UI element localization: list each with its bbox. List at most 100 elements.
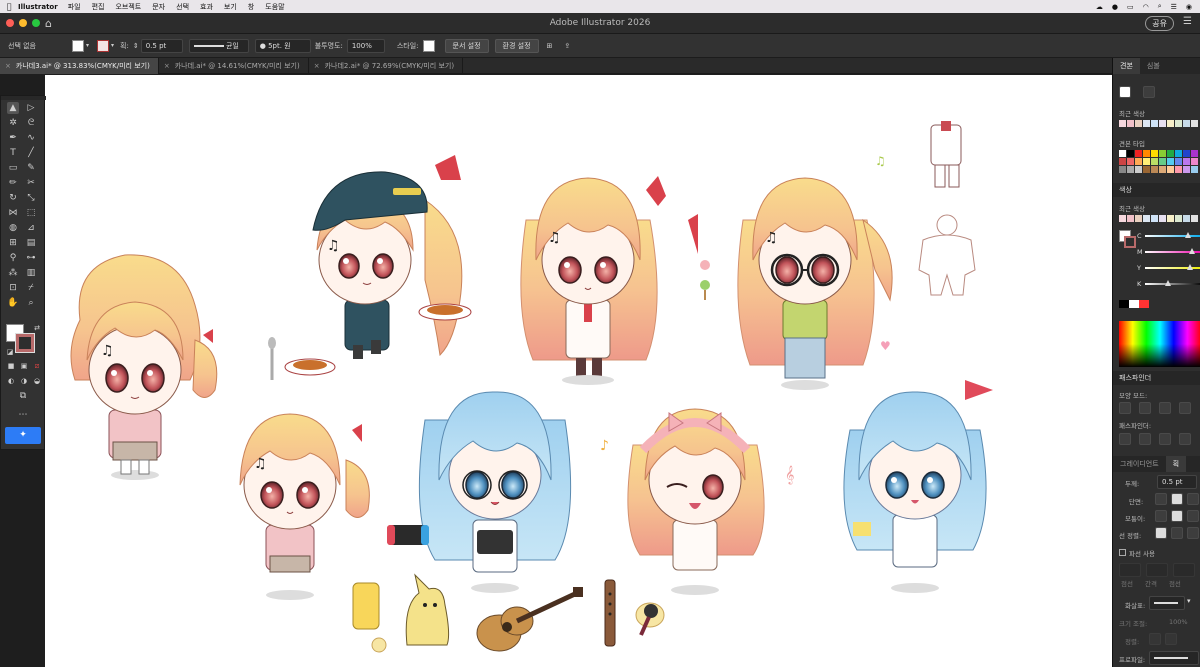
blend-tool-icon[interactable]: ⊶ <box>25 252 37 264</box>
menu-file[interactable]: 파일 <box>68 2 81 12</box>
arrow-align-end-icon[interactable] <box>1165 633 1177 645</box>
none-mode-icon[interactable]: ⧄ <box>31 360 43 372</box>
dango-prop[interactable] <box>700 260 710 300</box>
minus-front-icon[interactable] <box>1139 402 1151 414</box>
graphic-style-swatch[interactable] <box>422 39 435 52</box>
pathfinder-panel-header[interactable]: 패스파인더 <box>1113 371 1200 385</box>
variable-width-profile-select[interactable]: 균일 <box>188 38 249 53</box>
color-spectrum[interactable] <box>1119 321 1200 367</box>
tab-document-3[interactable]: × 카나데2.ai* @ 72.69%(CMYK/미리 보기) <box>309 58 464 74</box>
channel-y-slider[interactable] <box>1145 264 1200 272</box>
swap-colors-icon[interactable]: ⇄ <box>31 322 43 334</box>
color-mode-icon[interactable]: ■ <box>5 360 17 372</box>
menu-select[interactable]: 선택 <box>176 2 189 12</box>
color-panel-header[interactable]: 색상 <box>1113 183 1200 197</box>
gap-1-field[interactable] <box>1146 563 1168 577</box>
tab-gradient[interactable]: 그레이디언트 <box>1113 456 1166 472</box>
channel-m-slider[interactable] <box>1145 248 1200 256</box>
rectangle-tool-icon[interactable]: ▭ <box>7 162 19 174</box>
search-icon[interactable]: ⌕ <box>1158 2 1162 11</box>
merge-icon[interactable] <box>1159 433 1171 445</box>
butt-cap-icon[interactable] <box>1155 493 1167 505</box>
arrowhead-select[interactable] <box>1149 596 1185 610</box>
chibi-glasses-casual[interactable]: ♫ <box>737 177 893 390</box>
preferences-button[interactable]: 환경 설정 <box>494 38 539 53</box>
chevron-down-icon[interactable]: ▾ <box>1187 597 1191 605</box>
menu-view[interactable]: 보기 <box>224 2 237 12</box>
channel-c-slider[interactable] <box>1145 232 1200 240</box>
edit-toolbar-icon[interactable]: ⋯ <box>17 409 29 421</box>
profile-select[interactable] <box>1149 651 1199 665</box>
divide-icon[interactable] <box>1119 433 1131 445</box>
default-colors-icon[interactable]: ◪ <box>4 346 16 358</box>
cloud-icon[interactable]: ☁ <box>1096 3 1103 11</box>
miter-join-icon[interactable] <box>1155 510 1167 522</box>
curvature-tool-icon[interactable]: ∿ <box>25 132 37 144</box>
rotate-tool-icon[interactable]: ↻ <box>7 192 19 204</box>
stroke-swatch[interactable] <box>97 39 110 52</box>
body-base-template[interactable] <box>918 214 976 296</box>
unite-icon[interactable] <box>1119 402 1131 414</box>
quick-colors[interactable] <box>1119 300 1149 308</box>
chibi-blue-hair-flag[interactable] <box>843 380 993 593</box>
recent-swatches[interactable] <box>1119 120 1198 127</box>
guitar-prop[interactable] <box>476 587 583 652</box>
chibi-blue-hair-console[interactable] <box>387 391 572 593</box>
draw-normal-icon[interactable]: ◐ <box>5 375 17 387</box>
scale-tool-icon[interactable]: ⤡ <box>25 192 37 204</box>
stroke-color-box[interactable] <box>15 333 35 353</box>
chevron-down-icon[interactable]: ▾ <box>86 42 89 49</box>
apple-icon[interactable]:  <box>0 2 18 11</box>
menu-type[interactable]: 문자 <box>152 2 165 12</box>
shape-builder-tool-icon[interactable]: ◍ <box>7 222 19 234</box>
tab-document-2[interactable]: × 카나데.ai* @ 14.61%(CMYK/미리 보기) <box>159 58 309 74</box>
artboard-canvas[interactable]: ♫ ♫ ♫ ♫ ♫ ♪ 𝄞 ♫ ♥ <box>45 75 1112 667</box>
menu-app-name[interactable]: Illustrator <box>18 3 58 11</box>
intersect-icon[interactable] <box>1159 402 1171 414</box>
pen-tool-icon[interactable]: ✒ <box>7 132 19 144</box>
workspace-menu-icon[interactable]: ☰ <box>1183 16 1192 27</box>
swatch-options-icon[interactable] <box>1143 86 1155 98</box>
user-icon[interactable]: ◉ <box>1186 3 1192 11</box>
mimikyu-plush-prop[interactable] <box>405 573 450 646</box>
chibi-pink-jacket-left[interactable]: ♫ <box>70 254 218 480</box>
dash-1-field[interactable] <box>1119 563 1141 577</box>
close-icon[interactable]: × <box>5 62 11 70</box>
menu-object[interactable]: 오브젝트 <box>115 2 141 12</box>
zoom-tool-icon[interactable]: ⌕ <box>25 297 37 309</box>
free-transform-tool-icon[interactable]: ⬚ <box>25 207 37 219</box>
align-center-icon[interactable] <box>1155 527 1167 539</box>
swatch-fill-stroke-icon[interactable] <box>1119 86 1131 98</box>
share-doc-icon[interactable]: ⇪ <box>564 42 570 50</box>
color-stroke-box[interactable] <box>1124 236 1136 248</box>
artboard-tool-icon[interactable]: ⊡ <box>7 282 19 294</box>
menu-window[interactable]: 창 <box>248 2 254 12</box>
perspective-tool-icon[interactable]: ⊿ <box>25 222 37 234</box>
outfit-template[interactable] <box>930 121 962 188</box>
lasso-tool-icon[interactable]: ᘓ <box>25 117 37 129</box>
paintbrush-tool-icon[interactable]: ✎ <box>25 162 37 174</box>
draw-inside-icon[interactable]: ◒ <box>31 375 43 387</box>
stroke-weight-field[interactable]: 0.5 pt <box>1157 475 1197 489</box>
menu-help[interactable]: 도움말 <box>265 2 284 12</box>
chibi-pink-headband[interactable] <box>627 408 765 628</box>
record-icon[interactable]: ● <box>1112 3 1118 11</box>
direct-selection-tool-icon[interactable]: ▷ <box>25 102 37 114</box>
wifi-icon[interactable]: ◠ <box>1143 3 1149 11</box>
screen-mode-icon[interactable]: ⧉ <box>17 390 29 402</box>
swatch-library[interactable] <box>1119 150 1198 173</box>
control-center-icon[interactable]: ☰ <box>1171 3 1177 11</box>
selection-tool-icon[interactable]: ▲ <box>7 102 19 114</box>
projecting-cap-icon[interactable] <box>1187 493 1199 505</box>
scissors-tool-icon[interactable]: ✂ <box>25 177 37 189</box>
align-outside-icon[interactable] <box>1187 527 1199 539</box>
graph-tool-icon[interactable]: ▥ <box>25 267 37 279</box>
battery-icon[interactable]: ▭ <box>1127 3 1134 11</box>
round-join-icon[interactable] <box>1171 510 1183 522</box>
tab-stroke[interactable]: 획 <box>1165 456 1187 472</box>
tab-document-1[interactable]: × 카나데3.ai* @ 313.83%(CMYK/미리 보기) <box>0 58 159 74</box>
hand-tool-icon[interactable]: ✋ <box>7 297 19 309</box>
opacity-input[interactable]: 100% <box>346 38 385 53</box>
round-cap-icon[interactable] <box>1171 493 1183 505</box>
stepper-icon[interactable]: ⇕ <box>133 42 139 50</box>
